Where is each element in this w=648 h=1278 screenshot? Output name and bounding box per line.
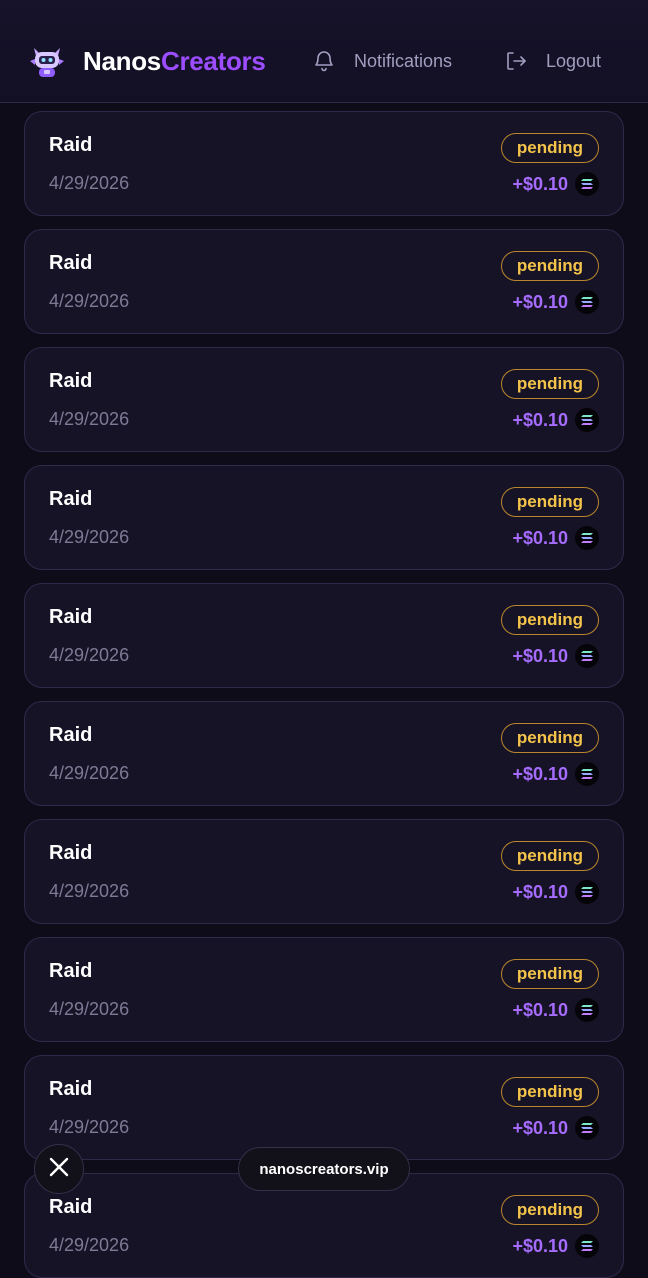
solana-icon <box>575 408 599 432</box>
solana-icon <box>575 644 599 668</box>
transaction-card[interactable]: Raid 4/29/2026 pending +$0.10 <box>24 819 624 924</box>
transaction-title: Raid <box>49 1078 93 1100</box>
amount-row: +$0.10 <box>512 526 599 550</box>
transaction-card[interactable]: Raid 4/29/2026 pending +$0.10 <box>24 347 624 452</box>
transaction-amount: +$0.10 <box>512 763 568 784</box>
transaction-card[interactable]: Raid 4/29/2026 pending +$0.10 <box>24 937 624 1042</box>
transaction-date: 4/29/2026 <box>49 1235 130 1255</box>
transaction-amount: +$0.10 <box>512 409 568 430</box>
solana-icon <box>575 998 599 1022</box>
transaction-title: Raid <box>49 488 93 510</box>
close-button[interactable] <box>34 1144 84 1194</box>
brand-name-part1: Nanos <box>83 46 161 76</box>
solana-icon <box>575 526 599 550</box>
transaction-date: 4/29/2026 <box>49 527 130 547</box>
transaction-card[interactable]: Raid 4/29/2026 pending +$0.10 <box>24 465 624 570</box>
status-badge: pending <box>500 133 599 163</box>
transaction-amount: +$0.10 <box>512 645 568 666</box>
logout-label: Logout <box>546 50 602 71</box>
amount-row: +$0.10 <box>512 408 599 432</box>
transaction-title: Raid <box>49 606 93 628</box>
solana-icon <box>575 880 599 904</box>
transaction-date: 4/29/2026 <box>49 1117 130 1137</box>
transaction-title: Raid <box>49 370 93 392</box>
transaction-amount: +$0.10 <box>512 173 568 194</box>
transaction-card[interactable]: Raid 4/29/2026 pending +$0.10 <box>24 701 624 806</box>
amount-row: +$0.10 <box>512 998 599 1022</box>
transaction-amount: +$0.10 <box>512 527 568 548</box>
brand-logo-text[interactable]: NanosCreators <box>83 46 266 76</box>
transaction-card[interactable]: Raid 4/29/2026 pending +$0.10 <box>24 1055 624 1160</box>
status-badge: pending <box>500 605 599 635</box>
transaction-title: Raid <box>49 724 93 746</box>
transaction-amount: +$0.10 <box>512 291 568 312</box>
brand-name-part2: Creators <box>160 46 266 76</box>
solana-icon <box>575 172 599 196</box>
amount-row: +$0.10 <box>512 880 599 904</box>
amount-row: +$0.10 <box>512 644 599 668</box>
notifications-label: Notifications <box>354 50 453 71</box>
transaction-date: 4/29/2026 <box>49 763 130 783</box>
transaction-date: 4/29/2026 <box>49 291 130 311</box>
transaction-amount: +$0.10 <box>512 881 568 902</box>
top-nav-header: NanosCreators Notifications Logout <box>0 0 648 103</box>
logout-link[interactable]: Logout <box>504 47 601 75</box>
solana-icon <box>575 290 599 314</box>
amount-row: +$0.10 <box>512 762 599 786</box>
notifications-link[interactable]: Notifications <box>312 47 452 75</box>
transaction-amount: +$0.10 <box>512 1235 568 1256</box>
status-badge: pending <box>500 369 599 399</box>
transaction-date: 4/29/2026 <box>49 999 130 1019</box>
solana-icon <box>575 1234 599 1258</box>
amount-row: +$0.10 <box>512 172 599 196</box>
browser-url-pill[interactable]: nanoscreators.vip <box>238 1147 410 1191</box>
logout-icon <box>504 49 528 73</box>
transaction-card[interactable]: Raid 4/29/2026 pending +$0.10 <box>24 229 624 334</box>
transaction-title: Raid <box>49 252 93 274</box>
transaction-card[interactable]: Raid 4/29/2026 pending +$0.10 <box>24 111 624 216</box>
transaction-title: Raid <box>49 134 93 156</box>
transaction-card[interactable]: Raid 4/29/2026 pending +$0.10 <box>24 583 624 688</box>
transaction-amount: +$0.10 <box>512 999 568 1020</box>
status-badge: pending <box>500 841 599 871</box>
transaction-date: 4/29/2026 <box>49 173 130 193</box>
transaction-title: Raid <box>49 1196 93 1218</box>
transaction-date: 4/29/2026 <box>49 645 130 665</box>
close-icon <box>48 1156 70 1183</box>
transaction-date: 4/29/2026 <box>49 409 130 429</box>
url-text: nanoscreators.vip <box>259 1160 389 1178</box>
status-badge: pending <box>500 487 599 517</box>
solana-icon <box>575 762 599 786</box>
amount-row: +$0.10 <box>512 290 599 314</box>
robot-mascot-icon[interactable] <box>28 44 66 80</box>
solana-icon <box>575 1116 599 1140</box>
bell-icon <box>312 49 336 73</box>
transaction-amount: +$0.10 <box>512 1117 568 1138</box>
amount-row: +$0.10 <box>512 1116 599 1140</box>
status-badge: pending <box>500 251 599 281</box>
status-badge: pending <box>500 723 599 753</box>
transaction-title: Raid <box>49 960 93 982</box>
status-badge: pending <box>500 1077 599 1107</box>
amount-row: +$0.10 <box>512 1234 599 1258</box>
status-badge: pending <box>500 959 599 989</box>
transaction-date: 4/29/2026 <box>49 881 130 901</box>
transaction-title: Raid <box>49 842 93 864</box>
